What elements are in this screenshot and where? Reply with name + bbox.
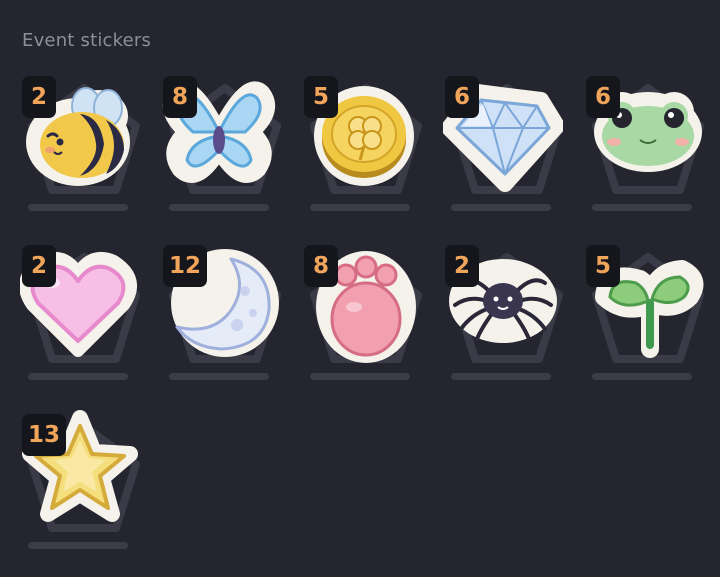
sticker-count-badge: 5: [586, 245, 620, 287]
progress-bar: [28, 373, 128, 380]
progress-bar: [592, 204, 692, 211]
sticker-coin[interactable]: 5: [302, 70, 443, 239]
sticker-count-badge: 12: [163, 245, 208, 287]
sticker-butterfly[interactable]: 8: [161, 70, 302, 239]
sticker-grid: 2 8 5 6 6 2 12 8 2 5 13: [20, 70, 720, 577]
progress-bar: [451, 373, 551, 380]
progress-bar: [169, 204, 269, 211]
sticker-count-badge: 2: [22, 245, 56, 287]
progress-bar: [28, 542, 128, 549]
sticker-sprout[interactable]: 5: [584, 239, 720, 408]
sticker-count-badge: 6: [445, 76, 479, 118]
sticker-bee[interactable]: 2: [20, 70, 161, 239]
sticker-count-badge: 8: [163, 76, 197, 118]
progress-bar: [310, 204, 410, 211]
sticker-count-badge: 2: [22, 76, 56, 118]
sticker-paw[interactable]: 8: [302, 239, 443, 408]
progress-bar: [451, 204, 551, 211]
progress-bar: [592, 373, 692, 380]
sticker-frog[interactable]: 6: [584, 70, 720, 239]
sticker-star[interactable]: 13: [20, 408, 161, 577]
progress-bar: [310, 373, 410, 380]
sticker-heart[interactable]: 2: [20, 239, 161, 408]
sticker-count-badge: 5: [304, 76, 338, 118]
event-stickers-panel: Event stickers 2 8 5 6 6 2 12 8 2 5 13: [0, 0, 720, 562]
sticker-count-badge: 8: [304, 245, 338, 287]
sticker-count-badge: 6: [586, 76, 620, 118]
sticker-diamond[interactable]: 6: [443, 70, 584, 239]
section-title: Event stickers: [22, 30, 152, 51]
sticker-moon[interactable]: 12: [161, 239, 302, 408]
sticker-count-badge: 13: [22, 414, 67, 456]
progress-bar: [28, 204, 128, 211]
sticker-count-badge: 2: [445, 245, 479, 287]
sticker-spider[interactable]: 2: [443, 239, 584, 408]
progress-bar: [169, 373, 269, 380]
